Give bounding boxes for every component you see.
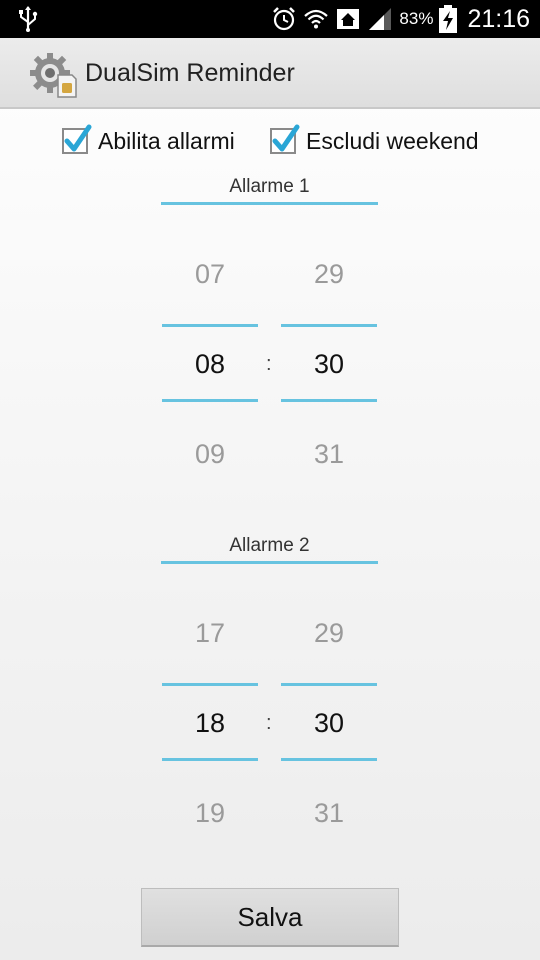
usb-icon (19, 6, 38, 32)
checkmark-icon (272, 124, 300, 152)
picker-divider (162, 683, 258, 686)
battery-charging-icon (439, 5, 458, 33)
alarm-1-title: Allarme 1 (161, 176, 378, 205)
dualsim-gear-icon[interactable] (30, 51, 78, 99)
alarm-icon (273, 7, 296, 31)
battery-percent: 83% (399, 9, 434, 28)
alarm-2-title: Allarme 2 (161, 535, 378, 564)
exclude-weekend-label: Escludi weekend (306, 127, 479, 154)
picker-divider (162, 399, 258, 402)
picker-divider (281, 399, 377, 402)
minute-current[interactable]: 30 (281, 708, 377, 739)
minute-prev[interactable]: 29 (281, 259, 377, 290)
checkmark-icon (64, 124, 92, 152)
hour-next[interactable]: 19 (162, 798, 258, 829)
checkbox-box[interactable] (62, 124, 92, 154)
checkbox-box[interactable] (270, 124, 300, 154)
enable-alarms-label: Abilita allarmi (98, 127, 235, 154)
save-button[interactable]: Salva (141, 888, 399, 947)
picker-divider (281, 683, 377, 686)
hour-current[interactable]: 18 (162, 708, 258, 739)
enable-alarms-checkbox[interactable]: Abilita allarmi (62, 124, 235, 158)
minute-current[interactable]: 30 (281, 349, 377, 380)
status-clock: 21:16 (467, 4, 530, 33)
hour-next[interactable]: 09 (162, 439, 258, 470)
action-bar: DualSim Reminder (0, 38, 540, 109)
minute-next[interactable]: 31 (281, 439, 377, 470)
picker-divider (162, 758, 258, 761)
time-separator: : (266, 712, 272, 734)
picker-divider (162, 324, 258, 327)
app-title: DualSim Reminder (85, 59, 295, 87)
minute-next[interactable]: 31 (281, 798, 377, 829)
time-separator: : (266, 353, 272, 375)
hour-current[interactable]: 08 (162, 349, 258, 380)
hour-prev[interactable]: 07 (162, 259, 258, 290)
hour-prev[interactable]: 17 (162, 618, 258, 649)
minute-prev[interactable]: 29 (281, 618, 377, 649)
picker-divider (281, 324, 377, 327)
exclude-weekend-checkbox[interactable]: Escludi weekend (270, 124, 479, 158)
home-icon (337, 9, 360, 29)
wifi-icon (304, 9, 329, 29)
picker-divider (281, 758, 377, 761)
signal-icon (369, 8, 392, 30)
status-bar: 83% 21:16 (0, 0, 540, 38)
